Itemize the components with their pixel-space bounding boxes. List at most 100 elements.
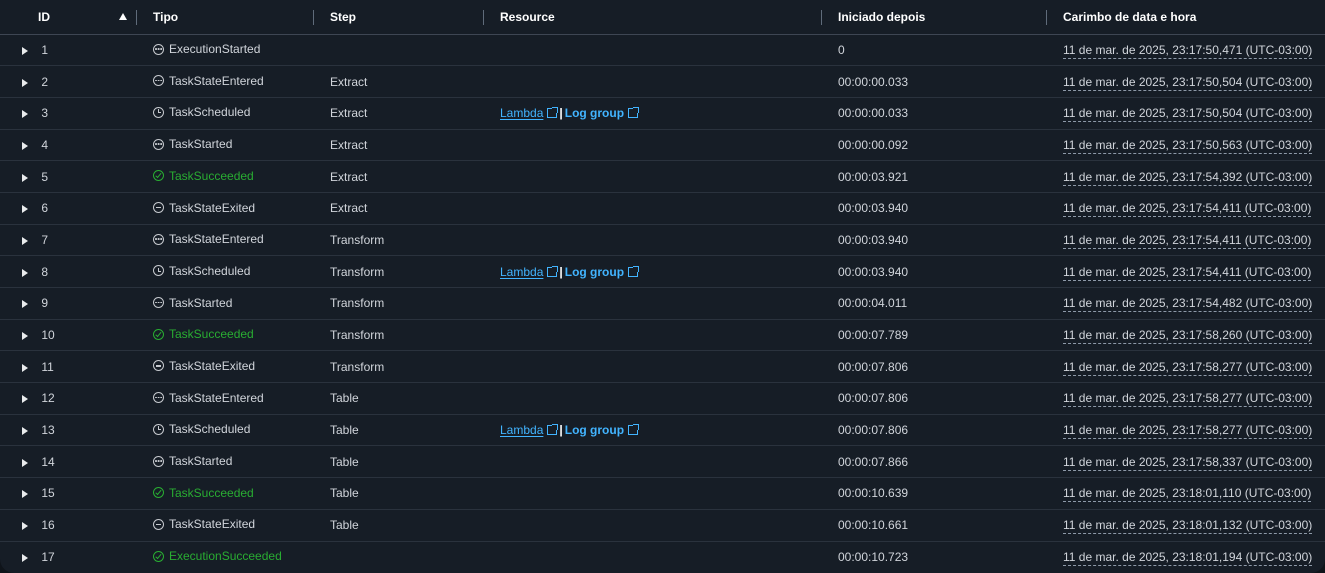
expand-caret-icon[interactable] [22,141,28,150]
timestamp-value[interactable]: 11 de mar. de 2025, 23:17:58,260 (UTC-03… [1063,328,1313,345]
event-id: 9 [41,296,49,311]
timestamp-value[interactable]: 11 de mar. de 2025, 23:17:50,504 (UTC-03… [1063,106,1313,123]
timestamp-value[interactable]: 11 de mar. de 2025, 23:17:54,411 (UTC-03… [1063,264,1312,281]
log-group-link[interactable]: Log group [565,106,640,120]
table-row[interactable]: 9 TaskStarted Transform 00:00:04.011 11 … [0,287,1325,320]
expand-caret-icon[interactable] [22,458,28,467]
cell-step: Table [314,508,484,541]
cell-step: Table [314,413,484,446]
lambda-link[interactable]: Lambda [500,106,559,120]
event-id: 2 [41,74,49,89]
event-type: TaskStateEntered [153,232,264,246]
timestamp-value[interactable]: 11 de mar. de 2025, 23:17:58,277 (UTC-03… [1063,423,1313,440]
column-header-started-after[interactable]: Iniciado depois [822,0,1047,35]
event-type-label: TaskStateEntered [169,73,264,88]
resource-links: Lambda | Log group [500,265,640,279]
event-type: ExecutionSucceeded [153,549,282,563]
in-progress-icon [153,75,164,87]
timestamp-value[interactable]: 11 de mar. de 2025, 23:17:54,392 (UTC-03… [1063,169,1313,186]
event-id: 12 [41,391,55,406]
cell-timestamp: 11 de mar. de 2025, 23:17:50,471 (UTC-03… [1047,34,1325,66]
column-header-resource[interactable]: Resource [484,0,822,35]
log-group-link[interactable]: Log group [564,423,640,438]
timestamp-value[interactable]: 11 de mar. de 2025, 23:18:01,110 (UTC-03… [1063,486,1312,503]
cell-step: Table [314,382,484,415]
table-row[interactable]: 15 TaskSucceeded Table 00:00:10.639 11 d… [0,477,1325,510]
log-group-link[interactable]: Log group [565,265,640,279]
timestamp-value[interactable]: 11 de mar. de 2025, 23:17:50,563 (UTC-03… [1063,137,1313,154]
started-after-value: 00:00:10.723 [838,550,909,565]
in-progress-icon [153,455,164,467]
step-name: Table [330,518,359,533]
timestamp-value[interactable]: 11 de mar. de 2025, 23:17:50,504 (UTC-03… [1063,74,1313,91]
expand-caret-icon[interactable] [22,173,28,182]
started-after-value: 00:00:04.011 [838,296,908,311]
timestamp-value[interactable]: 11 de mar. de 2025, 23:18:01,132 (UTC-03… [1063,518,1313,535]
column-header-timestamp[interactable]: Carimbo de data e hora [1047,0,1325,35]
in-progress-icon [153,233,164,245]
resource-separator: | [559,106,563,121]
event-type: TaskStarted [153,454,232,468]
expand-caret-icon[interactable] [22,268,28,277]
cell-step: Transform [314,287,484,320]
expand-caret-icon[interactable] [22,236,28,245]
expand-caret-icon[interactable] [22,427,28,436]
table-row[interactable]: 11 TaskStateExited Transform 00:00:07.80… [0,350,1325,383]
column-header-type[interactable]: Tipo [137,0,314,35]
expand-caret-icon[interactable] [22,78,28,87]
timestamp-value[interactable]: 11 de mar. de 2025, 23:17:54,411 (UTC-03… [1063,201,1312,218]
lambda-link[interactable]: Lambda [500,265,559,279]
expand-caret-icon[interactable] [22,522,28,531]
external-link-icon [547,265,559,277]
table-row[interactable]: 8 TaskScheduled Transform Lambda | Log gro… [0,255,1325,288]
lambda-link[interactable]: Lambda [500,423,559,437]
cell-type: TaskStateEntered [137,382,314,415]
timestamp-value[interactable]: 11 de mar. de 2025, 23:17:58,277 (UTC-03… [1063,359,1313,376]
log-group-link-label: Log group [564,423,625,438]
clock-icon [153,106,164,118]
table-row[interactable]: 2 TaskStateEntered Extract 00:00:00.033 … [0,65,1325,98]
table-row[interactable]: 12 TaskStateEntered Table 00:00:07.806 1… [0,382,1325,415]
clock-icon [153,423,164,435]
table-row[interactable]: 14 TaskStarted Table 00:00:07.866 11 de … [0,445,1325,478]
expand-caret-icon[interactable] [22,554,28,563]
cell-resource [484,65,822,98]
expand-caret-icon[interactable] [22,46,28,55]
expand-caret-icon[interactable] [22,363,28,372]
column-header-step[interactable]: Step [314,0,484,35]
table-row[interactable]: 4 TaskStarted Extract 00:00:00.092 11 de… [0,128,1325,161]
timestamp-value[interactable]: 11 de mar. de 2025, 23:18:01,194 (UTC-03… [1063,550,1313,567]
column-header-step-label: Step [330,9,357,24]
cell-type: TaskStateEntered [137,65,314,98]
table-row[interactable]: 3 TaskScheduled Extract Lambda | Log group… [0,96,1325,130]
timestamp-value[interactable]: 11 de mar. de 2025, 23:17:58,277 (UTC-03… [1063,391,1313,408]
event-id: 11 [41,359,54,374]
expand-caret-icon[interactable] [22,490,28,499]
event-type: TaskStateEntered [153,391,264,405]
expand-caret-icon[interactable] [22,395,28,404]
expand-caret-icon[interactable] [22,300,28,309]
cell-type: TaskStarted [137,287,314,320]
event-type: TaskStateExited [153,517,255,531]
table-row[interactable]: 13 TaskScheduled Table Lambda | Log group … [0,413,1325,446]
cell-step: Transform [314,255,484,288]
timestamp-value[interactable]: 11 de mar. de 2025, 23:17:54,411 (UTC-03… [1063,232,1312,249]
started-after-value: 00:00:03.940 [838,232,909,247]
table-row[interactable]: 1 ExecutionStarted 0 11 de mar. de 2025,… [0,34,1325,66]
table-row[interactable]: 7 TaskStateEntered Transform 00:00:03.94… [0,223,1325,256]
step-name: Extract [330,169,368,184]
timestamp-value[interactable]: 11 de mar. de 2025, 23:17:50,471 (UTC-03… [1063,42,1313,59]
table-row[interactable]: 16 TaskStateExited Table 00:00:10.661 11… [0,508,1325,541]
column-header-id[interactable]: ID [0,0,137,35]
table-row[interactable]: 10 TaskSucceeded Transform 00:00:07.789 … [0,318,1325,351]
sort-ascending-icon[interactable] [119,13,127,20]
table-row[interactable]: 17 ExecutionSucceeded 00:00:10.723 11 de… [0,540,1325,573]
expand-caret-icon[interactable] [22,205,28,214]
table-row[interactable]: 5 TaskSucceeded Extract 00:00:03.921 11 … [0,160,1325,193]
expand-caret-icon[interactable] [22,110,28,119]
timestamp-value[interactable]: 11 de mar. de 2025, 23:17:54,482 (UTC-03… [1063,296,1313,313]
timestamp-value[interactable]: 11 de mar. de 2025, 23:17:58,337 (UTC-03… [1063,454,1313,471]
column-header-resource-label: Resource [500,9,555,24]
table-row[interactable]: 6 TaskStateExited Extract 00:00:03.940 1… [0,191,1325,225]
expand-caret-icon[interactable] [22,332,28,341]
